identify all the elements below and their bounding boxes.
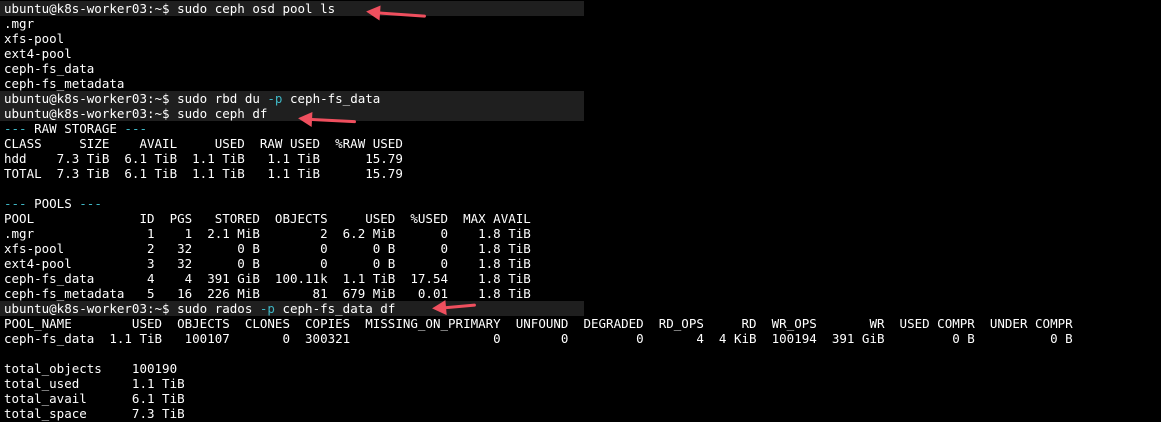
command-line-rbd-du: ubuntu@k8s-worker03:~$ sudo rbd du -p ce… bbox=[0, 91, 584, 106]
totals-row: total_space 7.3 TiB bbox=[4, 406, 185, 421]
output-pool-name: ceph-fs_metadata bbox=[4, 76, 125, 91]
command-text: ceph-fs_data df bbox=[274, 301, 396, 316]
pools-row: ext4-pool 3 32 0 B 0 0 B 0 1.8 TiB bbox=[4, 256, 531, 271]
command-line-ceph-df: ubuntu@k8s-worker03:~$ sudo ceph df bbox=[0, 106, 584, 121]
pools-row: .mgr 1 1 2.1 MiB 2 6.2 MiB 0 1.8 TiB bbox=[4, 226, 531, 241]
command-line-rados-df: ubuntu@k8s-worker03:~$ sudo rados -p cep… bbox=[0, 301, 584, 316]
raw-storage-header: --- RAW STORAGE --- bbox=[4, 121, 148, 136]
terminal-window[interactable]: ubuntu@k8s-worker03:~$ sudo ceph osd poo… bbox=[0, 0, 1161, 422]
output-pool-name: ext4-pool bbox=[4, 46, 72, 61]
command-text: sudo rados bbox=[177, 301, 260, 316]
raw-storage-row: TOTAL 7.3 TiB 6.1 TiB 1.1 TiB 1.1 TiB 15… bbox=[4, 166, 403, 181]
pools-columns: POOL ID PGS STORED OBJECTS USED %USED MA… bbox=[4, 211, 531, 226]
command-text: sudo ceph df bbox=[177, 106, 268, 121]
raw-storage-row: hdd 7.3 TiB 6.1 TiB 1.1 TiB 1.1 TiB 15.7… bbox=[4, 151, 403, 166]
rados-columns: POOL_NAME USED OBJECTS CLONES COPIES MIS… bbox=[4, 316, 1073, 331]
pools-header: --- POOLS --- bbox=[4, 196, 102, 211]
totals-row: total_avail 6.1 TiB bbox=[4, 391, 185, 406]
output-pool-name: xfs-pool bbox=[4, 31, 65, 46]
shell-prompt: ubuntu@k8s-worker03:~$ bbox=[4, 301, 178, 316]
shell-prompt: ubuntu@k8s-worker03:~$ bbox=[4, 91, 178, 106]
command-text: ceph-fs_data bbox=[282, 91, 381, 106]
command-text: sudo ceph osd pool ls bbox=[177, 1, 336, 16]
output-pool-name: ceph-fs_data bbox=[4, 61, 95, 76]
command-line-osd-pool-ls: ubuntu@k8s-worker03:~$ sudo ceph osd poo… bbox=[0, 1, 584, 16]
pools-row: xfs-pool 2 32 0 B 0 0 B 0 1.8 TiB bbox=[4, 241, 531, 256]
rados-row: ceph-fs_data 1.1 TiB 100107 0 300321 0 0… bbox=[4, 331, 1073, 346]
pools-row: ceph-fs_metadata 5 16 226 MiB 81 679 MiB… bbox=[4, 286, 531, 301]
command-text: sudo rbd du bbox=[177, 91, 268, 106]
pools-row: ceph-fs_data 4 4 391 GiB 100.11k 1.1 TiB… bbox=[4, 271, 531, 286]
totals-row: total_used 1.1 TiB bbox=[4, 376, 185, 391]
command-flag: -p bbox=[259, 301, 275, 316]
shell-prompt: ubuntu@k8s-worker03:~$ bbox=[4, 1, 178, 16]
output-pool-name: .mgr bbox=[4, 16, 35, 31]
shell-prompt: ubuntu@k8s-worker03:~$ bbox=[4, 106, 178, 121]
totals-row: total_objects 100190 bbox=[4, 361, 178, 376]
command-flag: -p bbox=[267, 91, 283, 106]
raw-storage-columns: CLASS SIZE AVAIL USED RAW USED %RAW USED bbox=[4, 136, 403, 151]
